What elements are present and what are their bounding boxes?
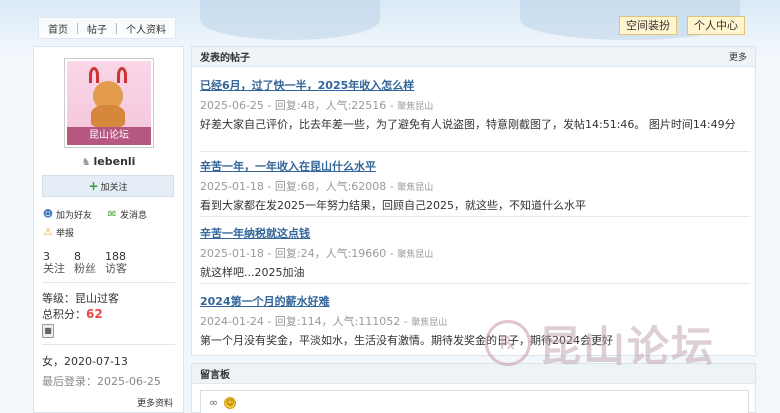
avatar-image: 昆山论坛 bbox=[67, 61, 151, 145]
stat-followers[interactable]: 8 粉丝 bbox=[74, 251, 105, 275]
nav-profile[interactable]: 个人资料 bbox=[117, 21, 175, 36]
post-meta-text: 2024-01-24 - 回复:114，人气:111052 - bbox=[200, 315, 412, 328]
post-title[interactable]: 已经6月，过了快一半，2025年收入怎么样 bbox=[200, 77, 750, 93]
posts-panel: 发表的帖子 更多 已经6月，过了快一半，2025年收入怎么样 2025-06-2… bbox=[191, 46, 756, 356]
post-meta-text: 2025-01-18 - 回复:24，人气:19660 - bbox=[200, 247, 398, 260]
guestbook-panel: 留言板 ∞ ☺ bbox=[191, 363, 756, 413]
post-item: 已经6月，过了快一半，2025年收入怎么样 2025-06-25 - 回复:48… bbox=[200, 77, 750, 133]
stat-label: 关注 bbox=[43, 262, 65, 275]
post-excerpt: 好差大家自己评价，比去年差一些，为了避免有人说盗图，特意刚截图了，发帖14:51… bbox=[200, 118, 736, 131]
more-profile-link[interactable]: 更多资料 bbox=[137, 396, 173, 409]
post-meta-text: 2025-01-18 - 回复:68，人气:62008 - bbox=[200, 180, 398, 193]
user-icon: ♞ bbox=[81, 157, 91, 168]
message-label: 发消息 bbox=[120, 211, 148, 221]
guestbook-editor-toolbar: ∞ ☺ bbox=[200, 390, 749, 413]
post-item: 辛苦一年纳税就这点钱 2025-01-18 - 回复:24，人气:19660 -… bbox=[200, 225, 750, 281]
post-separator bbox=[200, 151, 750, 152]
add-friend-icon: ☻ bbox=[42, 209, 54, 220]
posts-panel-title: 发表的帖子 bbox=[200, 53, 250, 64]
user-credits: 总积分：62 bbox=[42, 306, 103, 322]
avatar[interactable]: 昆山论坛 bbox=[64, 58, 154, 148]
link-icon[interactable]: ∞ bbox=[209, 396, 218, 409]
medal-icon[interactable]: ■ bbox=[42, 324, 54, 338]
follow-label: 加关注 bbox=[100, 183, 128, 193]
post-item: 辛苦一年，一年收入在昆山什么水平 2025-01-18 - 回复:68，人气:6… bbox=[200, 158, 750, 214]
add-friend-label: 加为好友 bbox=[56, 211, 93, 221]
username: lebenli bbox=[93, 155, 136, 168]
profile-panel: 昆山论坛 ♞ lebenli + 加关注 ☻ 加为好友 ✉ 发消息 ⚠ 举报 3 关注 8… bbox=[33, 46, 184, 413]
post-title[interactable]: 辛苦一年纳税就这点钱 bbox=[200, 225, 750, 241]
header-cloud-decoration bbox=[200, 0, 380, 40]
guestbook-title: 留言板 bbox=[200, 370, 230, 381]
post-excerpt: 第一个月没有奖金，平淡如水，生活没有激情。期待发奖金的日子，期待2024会更好 bbox=[200, 334, 613, 347]
gender-register-date: 女，2020-07-13 bbox=[42, 355, 128, 368]
smile-icon[interactable]: ☺ bbox=[224, 396, 237, 409]
report-label: 举报 bbox=[56, 229, 75, 239]
last-login: 最后登录：2025-06-25 bbox=[42, 375, 161, 388]
antler-decoration bbox=[89, 67, 99, 83]
stat-visitors[interactable]: 188 访客 bbox=[105, 251, 145, 275]
post-meta: 2025-06-25 - 回复:48，人气:22516 - 聚焦昆山 bbox=[200, 97, 750, 113]
follow-button[interactable]: + 加关注 bbox=[42, 175, 174, 197]
credits-value: 62 bbox=[86, 307, 103, 321]
post-meta-text: 2025-06-25 - 回复:48，人气:22516 - bbox=[200, 99, 398, 112]
post-meta: 2025-01-18 - 回复:68，人气:62008 - 聚焦昆山 bbox=[200, 178, 750, 194]
guestbook-header: 留言板 bbox=[192, 364, 755, 384]
post-separator bbox=[200, 283, 750, 284]
post-meta: 2024-01-24 - 回复:114，人气:111052 - 聚焦昆山 bbox=[200, 313, 750, 329]
posts-more-link[interactable]: 更多 bbox=[729, 50, 747, 63]
post-title[interactable]: 2024第一个月的薪水好难 bbox=[200, 293, 750, 309]
personal-center-button[interactable]: 个人中心 bbox=[687, 16, 745, 35]
message-icon: ✉ bbox=[107, 209, 117, 220]
top-navigation: 首页 帖子 个人资料 bbox=[38, 17, 176, 39]
stat-label: 粉丝 bbox=[74, 262, 96, 275]
post-forum-link[interactable]: 聚焦昆山 bbox=[397, 250, 433, 260]
add-friend-link[interactable]: ☻ 加为好友 bbox=[42, 208, 92, 221]
divider bbox=[42, 282, 175, 283]
post-excerpt: 就这样吧...2025加油 bbox=[200, 266, 305, 279]
post-separator bbox=[200, 216, 750, 217]
posts-panel-header: 发表的帖子 更多 bbox=[192, 47, 755, 67]
avatar-label: 昆山论坛 bbox=[67, 127, 151, 145]
post-excerpt: 看到大家都在发2025一年努力结果，回顾自己2025，就这些，不知道什么水平 bbox=[200, 199, 586, 212]
post-meta: 2025-01-18 - 回复:24，人气:19660 - 聚焦昆山 bbox=[200, 245, 750, 261]
post-title[interactable]: 辛苦一年，一年收入在昆山什么水平 bbox=[200, 158, 750, 174]
post-forum-link[interactable]: 聚焦昆山 bbox=[411, 318, 447, 328]
username-row: ♞ lebenli bbox=[34, 155, 183, 168]
warning-icon: ⚠ bbox=[43, 227, 53, 238]
divider bbox=[42, 344, 175, 345]
nav-posts[interactable]: 帖子 bbox=[78, 21, 116, 36]
stat-following[interactable]: 3 关注 bbox=[43, 251, 74, 275]
plus-icon: + bbox=[88, 179, 99, 193]
post-forum-link[interactable]: 聚焦昆山 bbox=[397, 183, 433, 193]
post-item: 2024第一个月的薪水好难 2024-01-24 - 回复:114，人气:111… bbox=[200, 293, 750, 349]
user-level: 等级：昆山过客 bbox=[42, 292, 119, 305]
nav-home[interactable]: 首页 bbox=[39, 21, 77, 36]
user-stats: 3 关注 8 粉丝 188 访客 bbox=[43, 251, 173, 275]
antler-decoration bbox=[117, 67, 127, 83]
mascot-body bbox=[91, 105, 125, 127]
report-link[interactable]: ⚠ 举报 bbox=[42, 226, 75, 239]
credits-label: 总积分： bbox=[42, 308, 86, 321]
send-message-link[interactable]: ✉ 发消息 bbox=[106, 208, 147, 221]
stat-label: 访客 bbox=[105, 262, 127, 275]
post-forum-link[interactable]: 聚焦昆山 bbox=[397, 102, 433, 112]
space-decoration-button[interactable]: 空间装扮 bbox=[619, 16, 677, 35]
